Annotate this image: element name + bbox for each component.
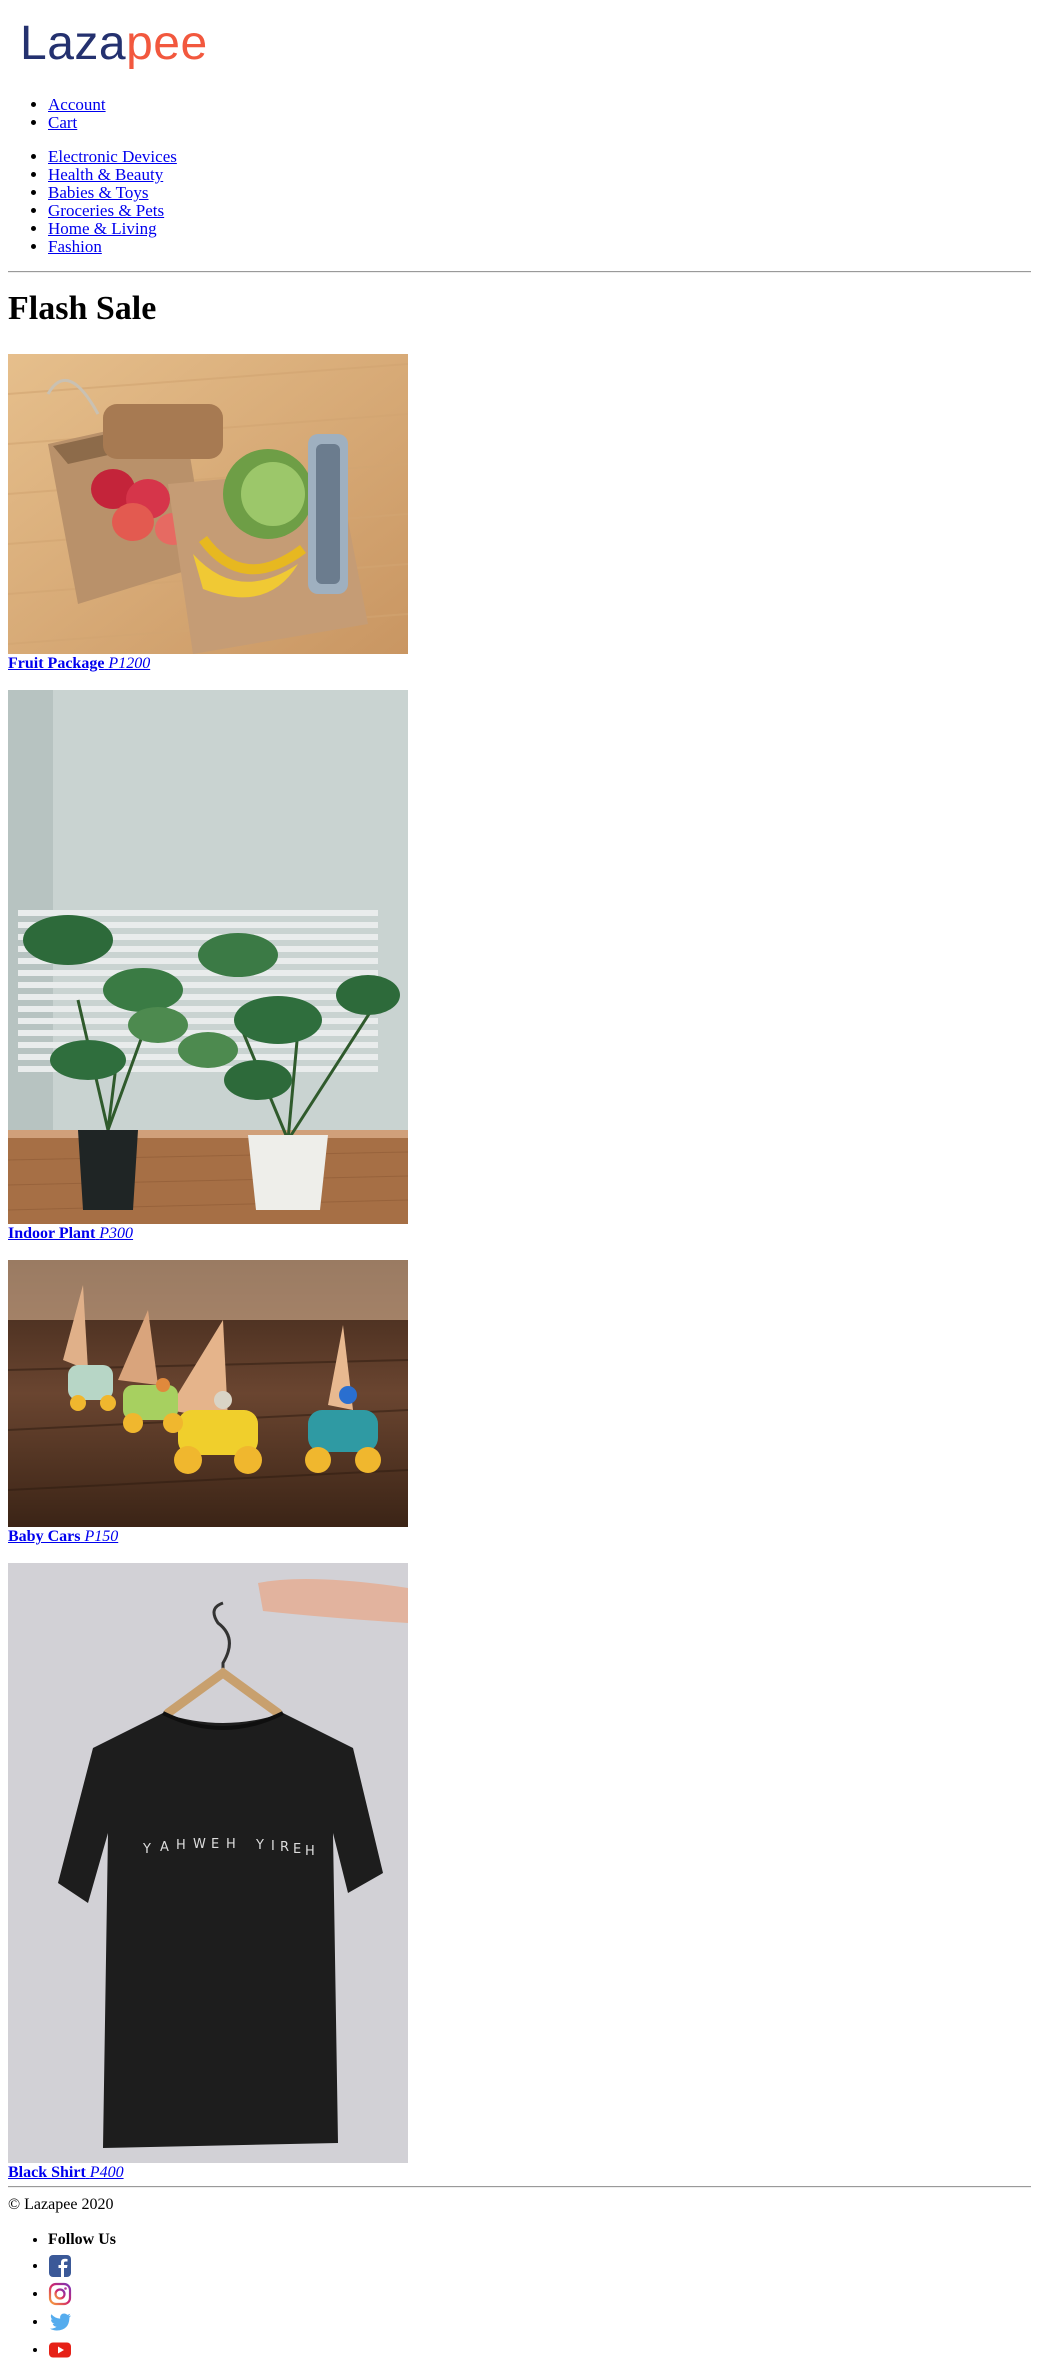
- category-link-babies-toys[interactable]: Babies & Toys: [48, 183, 149, 202]
- category-item: Fashion: [48, 238, 177, 256]
- category-item: Home & Living: [48, 220, 177, 238]
- category-link-groceries-pets[interactable]: Groceries & Pets: [48, 201, 164, 220]
- product-image-black-shirt[interactable]: YAH WEH YIR EH: [8, 1563, 408, 2163]
- cart-link[interactable]: Cart: [48, 113, 77, 132]
- twitter-link[interactable]: [48, 2313, 72, 2331]
- category-link-home-living[interactable]: Home & Living: [48, 219, 157, 238]
- product-title-link[interactable]: Baby Cars P150: [8, 1528, 118, 1545]
- account-link[interactable]: Account: [48, 95, 106, 114]
- svg-text:W: W: [193, 1837, 206, 1852]
- svg-text:E: E: [293, 1842, 301, 1857]
- category-link-fashion[interactable]: Fashion: [48, 237, 102, 256]
- svg-text:I: I: [271, 1839, 275, 1854]
- logo-text-part2: pee: [126, 17, 208, 70]
- product-price: P400: [89, 2164, 124, 2181]
- svg-text:R: R: [280, 1840, 289, 1855]
- account-nav-item: Account: [48, 96, 106, 114]
- category-item: Babies & Toys: [48, 184, 177, 202]
- category-item: Groceries & Pets: [48, 202, 177, 220]
- social-item: [48, 2252, 116, 2280]
- follow-us-label: Follow Us: [48, 2228, 116, 2252]
- twitter-icon[interactable]: [48, 2310, 72, 2334]
- product-card: YAH WEH YIR EH Black Shirt P400: [8, 1563, 408, 2183]
- product-price: P300: [99, 1225, 134, 1242]
- logo-text-part1: Laza: [20, 17, 127, 70]
- product-caption: Indoor Plant P300: [8, 1224, 408, 1244]
- product-card: Baby Cars P150: [8, 1260, 408, 1547]
- instagram-icon[interactable]: [48, 2282, 72, 2306]
- facebook-link[interactable]: [48, 2255, 72, 2278]
- product-image-baby-cars[interactable]: [8, 1260, 408, 1527]
- category-link-electronic-devices[interactable]: Electronic Devices: [48, 147, 177, 166]
- product-link-indoor-plant[interactable]: [8, 690, 408, 1224]
- product-caption: Fruit Package P1200: [8, 654, 408, 674]
- site-logo: Laza pee: [20, 16, 208, 76]
- product-link-baby-cars[interactable]: [8, 1260, 408, 1527]
- category-item: Electronic Devices: [48, 148, 177, 166]
- copyright-text: © Lazapee 2020: [8, 2196, 114, 2213]
- svg-text:H: H: [176, 1838, 186, 1853]
- product-link-black-shirt[interactable]: YAH WEH YIR EH: [8, 1563, 408, 2163]
- svg-text:Y: Y: [142, 1842, 151, 1857]
- product-price: P1200: [108, 655, 151, 672]
- product-price: P150: [84, 1528, 119, 1545]
- product-name: Indoor Plant: [8, 1225, 96, 1242]
- category-link-health-beauty[interactable]: Health & Beauty: [48, 165, 163, 184]
- product-title-link[interactable]: Black Shirt P400: [8, 2164, 124, 2181]
- product-image-indoor-plant[interactable]: [8, 690, 408, 1224]
- product-caption: Black Shirt P400: [8, 2163, 408, 2183]
- product-image-fruit-package[interactable]: [8, 354, 408, 654]
- footer-divider: [8, 2186, 1031, 2188]
- svg-text:Y: Y: [255, 1838, 264, 1853]
- svg-text:H: H: [305, 1844, 315, 1859]
- account-nav-item: Cart: [48, 114, 106, 132]
- svg-text:E: E: [211, 1837, 219, 1852]
- social-item: [48, 2308, 116, 2336]
- category-nav: Electronic Devices Health & Beauty Babie…: [0, 148, 177, 256]
- product-name: Black Shirt: [8, 2164, 86, 2181]
- svg-text:A: A: [160, 1840, 169, 1855]
- social-item: [48, 2280, 116, 2308]
- facebook-icon[interactable]: [48, 2254, 72, 2278]
- instagram-link[interactable]: [48, 2283, 72, 2306]
- product-card: Indoor Plant P300: [8, 690, 408, 1244]
- youtube-icon[interactable]: [48, 2338, 72, 2362]
- product-name: Fruit Package: [8, 655, 105, 672]
- product-card: Fruit Package P1200: [8, 354, 408, 674]
- product-name: Baby Cars: [8, 1528, 81, 1545]
- product-title-link[interactable]: Indoor Plant P300: [8, 1225, 133, 1242]
- account-nav: Account Cart: [0, 96, 106, 132]
- product-caption: Baby Cars P150: [8, 1527, 408, 1547]
- svg-text:H: H: [226, 1837, 236, 1852]
- flash-sale-heading: Flash Sale: [8, 290, 157, 327]
- social-links: Follow Us: [0, 2228, 116, 2364]
- product-link-fruit-package[interactable]: [8, 354, 408, 654]
- product-title-link[interactable]: Fruit Package P1200: [8, 655, 150, 672]
- social-item: [48, 2336, 116, 2364]
- header-divider: [8, 271, 1031, 273]
- youtube-link[interactable]: [48, 2341, 72, 2358]
- category-item: Health & Beauty: [48, 166, 177, 184]
